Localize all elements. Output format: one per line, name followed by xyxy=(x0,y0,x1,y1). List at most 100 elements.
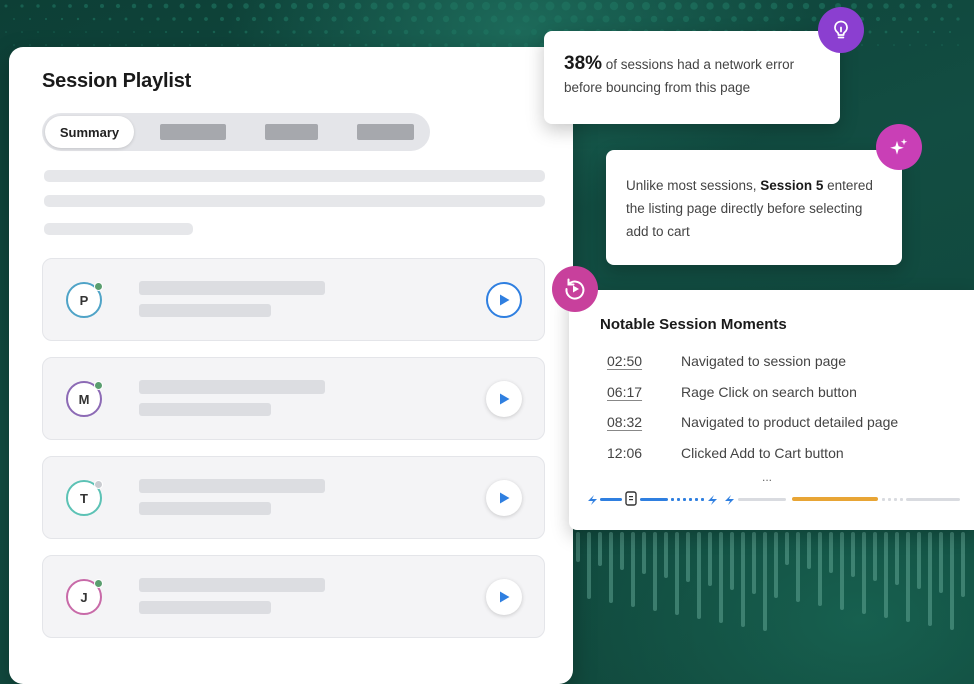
background-dot xyxy=(738,2,746,10)
sparkle-icon xyxy=(890,138,908,155)
tab-summary[interactable]: Summary xyxy=(45,116,134,148)
moment-label: Navigated to product detailed page xyxy=(681,414,899,430)
status-dot xyxy=(94,282,103,291)
background-dot xyxy=(322,2,330,10)
status-dot xyxy=(94,579,103,588)
background-dot xyxy=(179,3,185,9)
session-playlist-card: Session Playlist Summary P M T J xyxy=(9,47,573,684)
background-dot xyxy=(763,16,769,22)
lightbulb-icon xyxy=(834,20,848,39)
background-dot xyxy=(387,29,393,35)
background-dot xyxy=(506,15,514,23)
playlist-title: Session Playlist xyxy=(42,70,192,92)
insight-text: 38% of sessions had a network error befo… xyxy=(564,52,829,99)
background-dot xyxy=(786,2,794,10)
background-bar xyxy=(961,532,965,597)
avatar-initial: J xyxy=(80,589,88,605)
tab-placeholder[interactable] xyxy=(160,124,226,140)
moment-item[interactable]: 06:17 Rage Click on search button xyxy=(607,384,967,400)
background-bar xyxy=(653,532,657,611)
play-icon xyxy=(500,492,510,504)
moment-timestamp[interactable]: 08:32 xyxy=(607,414,681,430)
lightbulb-badge xyxy=(818,7,864,53)
background-dot xyxy=(331,16,337,22)
moment-timestamp[interactable]: 02:50 xyxy=(607,353,681,369)
background-dot xyxy=(338,2,346,10)
session-row[interactable]: M xyxy=(42,357,545,440)
session-subtitle-placeholder xyxy=(139,601,271,614)
session-row[interactable]: T xyxy=(42,456,545,539)
background-dot xyxy=(13,18,15,20)
background-bar xyxy=(906,532,910,622)
moment-item[interactable]: 12:06 Clicked Add to Cart button xyxy=(607,445,967,461)
play-button[interactable] xyxy=(486,579,522,615)
background-dot xyxy=(893,44,895,46)
background-dot xyxy=(69,31,71,33)
moment-item[interactable]: 08:32 Navigated to product detailed page xyxy=(607,414,967,430)
insight-session-link[interactable]: Session 5 xyxy=(760,178,823,193)
background-dot xyxy=(180,30,184,34)
background-dot xyxy=(899,3,905,9)
background-bar xyxy=(895,532,899,585)
network-error-insight-card: 38% of sessions had a network error befo… xyxy=(544,31,840,124)
background-dot xyxy=(117,31,119,33)
session-row[interactable]: J xyxy=(42,555,545,638)
play-button[interactable] xyxy=(486,282,522,318)
background-dot xyxy=(577,1,587,11)
background-dot xyxy=(403,29,409,35)
background-dot xyxy=(21,31,23,33)
background-dot xyxy=(481,1,491,11)
background-dot xyxy=(947,3,953,9)
play-button[interactable] xyxy=(486,381,522,417)
background-dot xyxy=(244,30,248,34)
moment-label: Rage Click on search button xyxy=(681,384,857,400)
background-dot xyxy=(909,44,911,46)
session-row[interactable]: P xyxy=(42,258,545,341)
background-dot xyxy=(237,44,239,46)
background-dot xyxy=(877,44,879,46)
moment-item[interactable]: 02:50 Navigated to session page xyxy=(607,353,967,369)
summary-skeleton-line xyxy=(44,195,545,207)
moment-timestamp[interactable]: 12:06 xyxy=(607,445,681,461)
tab-placeholder[interactable] xyxy=(265,124,318,140)
play-icon xyxy=(500,591,510,603)
background-dot xyxy=(916,30,920,34)
background-dot xyxy=(347,16,353,22)
background-dot xyxy=(875,16,881,22)
moment-timestamp[interactable]: 06:17 xyxy=(607,384,681,400)
background-bar xyxy=(631,532,635,607)
summary-skeleton-line xyxy=(44,223,193,235)
background-dot xyxy=(602,15,610,23)
background-dot xyxy=(52,4,56,8)
background-dot xyxy=(228,30,232,34)
background-dot xyxy=(925,44,927,46)
background-dot xyxy=(5,31,7,33)
background-dot xyxy=(674,2,682,10)
background-bar xyxy=(939,532,943,593)
moments-title: Notable Session Moments xyxy=(600,316,787,333)
background-dot xyxy=(483,29,489,35)
background-dot xyxy=(220,17,224,21)
avatar-initial: M xyxy=(78,391,90,407)
background-dot xyxy=(60,17,64,21)
background-dot xyxy=(276,30,280,34)
play-button[interactable] xyxy=(486,480,522,516)
background-dot xyxy=(915,3,921,9)
avatar: M xyxy=(66,381,103,417)
session-subtitle-placeholder xyxy=(139,304,271,317)
tab-placeholder[interactable] xyxy=(357,124,414,140)
background-dot xyxy=(499,29,505,35)
background-dot xyxy=(13,44,15,46)
background-dot xyxy=(85,31,87,33)
background-dot xyxy=(20,4,24,8)
session-insight-card: Unlike most sessions, Session 5 entered … xyxy=(606,150,902,265)
replay-icon xyxy=(565,278,585,300)
background-dot xyxy=(932,30,936,34)
background-dot xyxy=(434,2,442,10)
background-dot xyxy=(157,44,159,46)
background-dot xyxy=(634,15,642,23)
play-icon xyxy=(500,294,510,306)
background-bar xyxy=(829,532,833,573)
background-dot xyxy=(658,2,666,10)
session-timeline[interactable] xyxy=(586,491,962,507)
